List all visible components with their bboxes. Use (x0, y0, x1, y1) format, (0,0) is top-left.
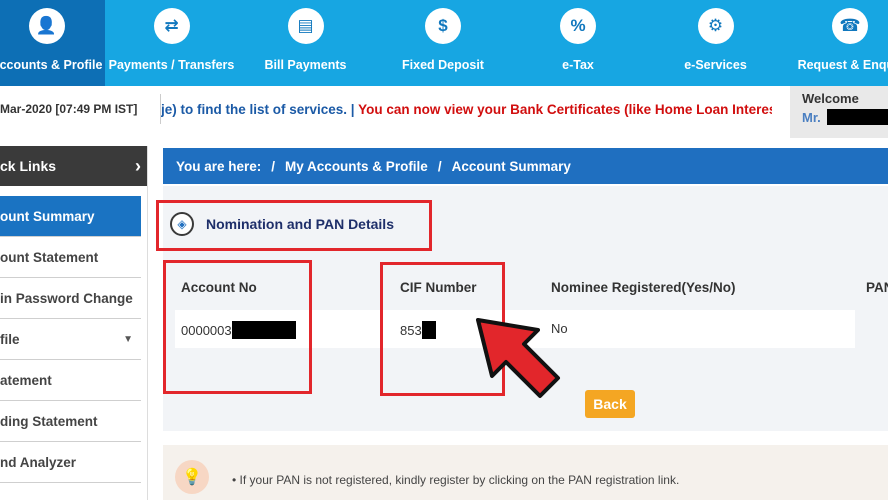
breadcrumb: You are here: / My Accounts & Profile / … (163, 148, 888, 184)
sidebar-item-label: ount Summary (0, 208, 95, 224)
nav-label: Request & Enquir (797, 58, 888, 72)
quick-links-header[interactable]: ck Links › (0, 146, 147, 186)
sidebar-item-label: ount Statement (0, 249, 99, 265)
info-bar: Mar-2020 [07:49 PM IST] je) to find the … (0, 86, 888, 144)
breadcrumb-separator: / (437, 158, 442, 174)
sidebar-item-label: in Password Change (0, 290, 133, 306)
back-button[interactable]: Back (585, 390, 635, 418)
sidebar-item-account-statement[interactable]: ount Statement (0, 237, 141, 278)
top-navigation: 👤 Accounts & Profile ⇄ Payments / Transf… (0, 0, 888, 86)
phone-icon: ☎ (832, 8, 868, 44)
header-pan: PAN (866, 280, 888, 295)
news-ticker: je) to find the list of services. | You … (160, 94, 772, 124)
nav-payments-transfers[interactable]: ⇄ Payments / Transfers (105, 0, 238, 86)
transfer-icon: ⇄ (153, 8, 190, 44)
breadcrumb-prefix: You are here: (176, 158, 262, 174)
ticker-text-blue: je) to find the list of services. | (161, 102, 359, 117)
nav-e-tax[interactable]: % e-Tax (513, 0, 643, 86)
quick-links-label: ck Links (0, 158, 57, 174)
nav-e-services[interactable]: ⚙ e-Services (643, 0, 788, 86)
person-icon: 👤 (28, 8, 65, 44)
welcome-label: Welcome (802, 91, 859, 106)
login-datetime: Mar-2020 [07:49 PM IST] (0, 102, 138, 116)
nav-label: Accounts & Profile (0, 58, 103, 72)
sidebar: ck Links › ount Summary ount Statement i… (0, 146, 148, 500)
nav-label: e-Services (684, 58, 747, 72)
breadcrumb-my-accounts[interactable]: My Accounts & Profile (285, 159, 428, 174)
sidebar-item-label: atement (0, 372, 52, 388)
sidebar-item-label: ding Statement (0, 413, 98, 429)
sidebar-item-pending-statement[interactable]: ding Statement (0, 401, 141, 442)
welcome-box: Welcome Mr. (790, 86, 888, 138)
ticker-text-red: You can now view your Bank Certificates … (358, 102, 772, 117)
nav-label: e-Tax (562, 58, 594, 72)
nav-label: Payments / Transfers (108, 58, 235, 72)
sidebar-item-label: nd Analyzer (0, 454, 77, 470)
nav-fixed-deposit[interactable]: $ Fixed Deposit (373, 0, 513, 86)
breadcrumb-account-summary: Account Summary (451, 158, 571, 174)
nav-request-enquiry[interactable]: ☎ Request & Enquir (788, 0, 888, 86)
bill-icon: ▤ (287, 8, 324, 44)
sidebar-item-statement[interactable]: atement (0, 360, 141, 401)
welcome-name: Mr. (802, 109, 888, 125)
services-icon: ⚙ (697, 8, 734, 44)
nav-bill-payments[interactable]: ▤ Bill Payments (238, 0, 373, 86)
nav-label: Bill Payments (264, 58, 347, 72)
redacted-name (826, 109, 888, 125)
tax-icon: % (560, 8, 596, 44)
sidebar-item-login-password-change[interactable]: in Password Change (0, 278, 141, 319)
deposit-icon: $ (425, 8, 461, 44)
sidebar-item-account-summary[interactable]: ount Summary (0, 196, 141, 237)
sidebar-item-label: file (0, 331, 20, 347)
sidebar-item-profile[interactable]: file ▼ (0, 319, 141, 360)
sidebar-item-spend-analyzer[interactable]: nd Analyzer (0, 442, 141, 483)
highlight-box-account-no (163, 260, 312, 394)
nav-accounts-profile[interactable]: 👤 Accounts & Profile (0, 0, 105, 86)
pan-note-text: • If your PAN is not registered, kindly … (232, 473, 680, 487)
welcome-title: Mr. (802, 109, 821, 125)
red-arrow-icon (476, 318, 560, 398)
nav-label: Fixed Deposit (402, 58, 484, 72)
chevron-right-icon: › (135, 155, 141, 176)
lightbulb-icon: 💡 (175, 460, 209, 494)
caret-down-icon: ▼ (123, 333, 133, 345)
breadcrumb-separator: / (271, 158, 276, 174)
header-nominee-registered: Nominee Registered(Yes/No) (551, 280, 736, 295)
highlight-box-section-title (156, 200, 432, 251)
